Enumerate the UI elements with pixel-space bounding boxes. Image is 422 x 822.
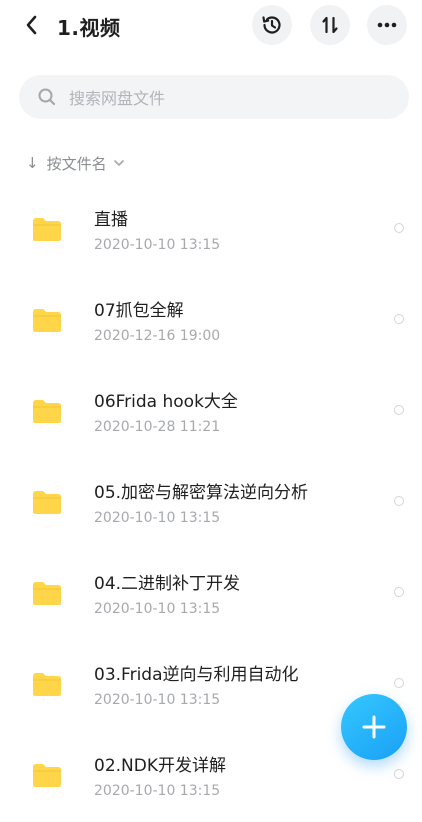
folder-icon	[33, 582, 61, 605]
search-icon	[37, 87, 57, 107]
sort-label: 按文件名	[46, 154, 107, 173]
select-checkbox[interactable]	[394, 587, 404, 597]
select-checkbox[interactable]	[394, 314, 404, 324]
file-date: 2020-10-10 13:15	[94, 601, 221, 617]
file-date: 2020-10-10 13:15	[94, 783, 221, 799]
file-name: 02.NDK开发详解	[94, 756, 226, 776]
file-date: 2020-12-16 19:00	[94, 328, 221, 344]
sort-direction-arrow-icon: ↓	[26, 154, 39, 172]
file-list-item[interactable]: 04.二进制补丁开发 2020-10-10 13:15	[0, 549, 422, 640]
page-title: 1.视频	[57, 16, 121, 40]
folder-icon	[33, 764, 61, 787]
search-input[interactable]: 搜索网盘文件	[19, 75, 409, 119]
sort-selector[interactable]: ↓ 按文件名	[26, 152, 125, 174]
folder-icon	[33, 218, 61, 241]
folder-icon	[33, 491, 61, 514]
folder-icon	[33, 400, 61, 423]
select-checkbox[interactable]	[394, 223, 404, 233]
file-name: 直播	[94, 210, 128, 230]
select-checkbox[interactable]	[394, 678, 404, 688]
add-button[interactable]	[341, 694, 407, 760]
file-list-item[interactable]: 06Frida hook大全 2020-10-28 11:21	[0, 367, 422, 458]
more-icon	[377, 22, 397, 28]
header-bar: 1.视频	[0, 0, 422, 54]
chevron-left-icon	[26, 15, 37, 35]
file-date: 2020-10-10 13:15	[94, 237, 221, 253]
chevron-down-icon	[113, 159, 125, 167]
plus-icon	[362, 715, 386, 739]
folder-icon	[33, 309, 61, 332]
folder-icon	[33, 673, 61, 696]
file-date: 2020-10-10 13:15	[94, 692, 221, 708]
history-icon	[262, 16, 281, 34]
more-button[interactable]	[367, 5, 407, 45]
select-checkbox[interactable]	[394, 405, 404, 415]
file-name: 07抓包全解	[94, 301, 184, 321]
back-button[interactable]	[18, 10, 46, 40]
file-name: 06Frida hook大全	[94, 392, 238, 412]
file-list-item[interactable]: 05.加密与解密算法逆向分析 2020-10-10 13:15	[0, 458, 422, 549]
file-date: 2020-10-10 13:15	[94, 510, 221, 526]
history-button[interactable]	[252, 5, 292, 45]
file-name: 04.二进制补丁开发	[94, 574, 241, 594]
select-checkbox[interactable]	[394, 496, 404, 506]
file-date: 2020-10-28 11:21	[94, 419, 221, 435]
file-name: 05.加密与解密算法逆向分析	[94, 483, 309, 503]
file-list-item[interactable]: 07抓包全解 2020-12-16 19:00	[0, 276, 422, 367]
sort-icon	[322, 16, 338, 34]
select-checkbox[interactable]	[394, 769, 404, 779]
search-placeholder: 搜索网盘文件	[69, 89, 166, 108]
sort-button[interactable]	[310, 5, 350, 45]
file-name: 03.Frida逆向与利用自动化	[94, 665, 299, 685]
file-list-item[interactable]: 直播 2020-10-10 13:15	[0, 185, 422, 276]
